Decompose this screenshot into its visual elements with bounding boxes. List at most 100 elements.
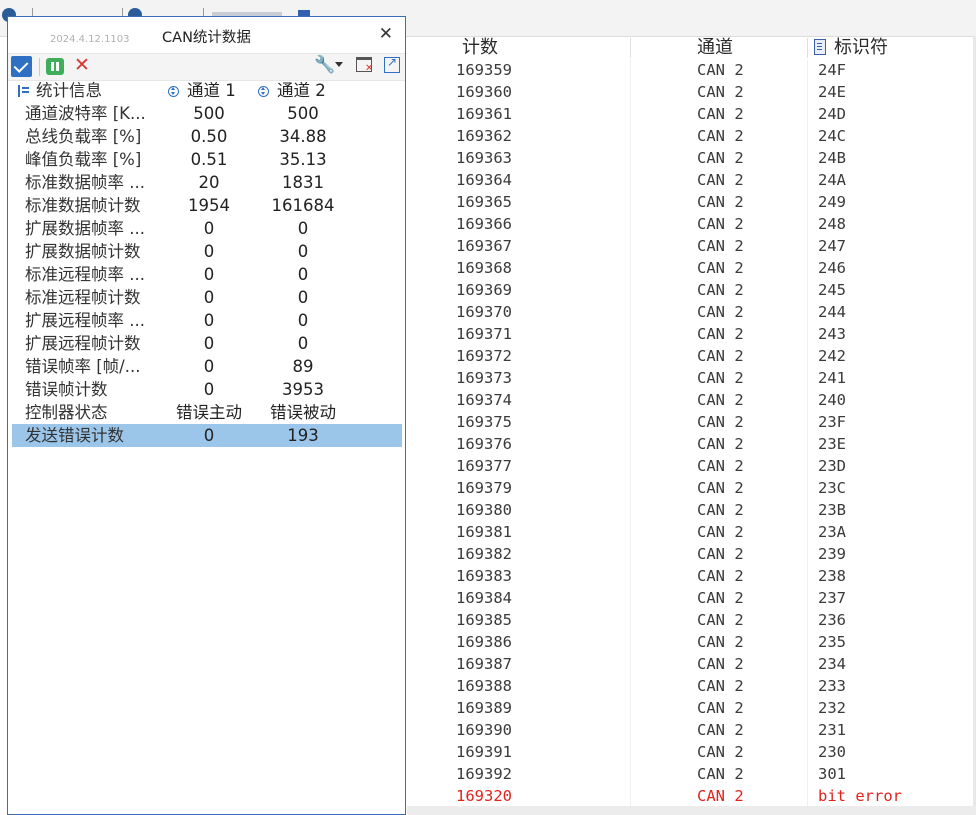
trace-row[interactable]: 169373 CAN 2 241 [407, 367, 976, 389]
trace-id-cell: 24C [818, 127, 846, 145]
trace-count-cell: 169361 [456, 105, 512, 123]
column-separator[interactable] [807, 38, 808, 58]
trace-row[interactable]: 169369 CAN 2 245 [407, 279, 976, 301]
trace-row[interactable]: 169374 CAN 2 240 [407, 389, 976, 411]
trace-id-cell: 24B [818, 149, 846, 167]
trace-row[interactable]: 169363 CAN 2 24B [407, 147, 976, 169]
trace-row[interactable]: 169366 CAN 2 248 [407, 213, 976, 235]
trace-id-cell: 23E [818, 435, 846, 453]
trace-row[interactable]: 169388 CAN 2 233 [407, 675, 976, 697]
channel-2-value: 0 [297, 219, 309, 238]
trace-row[interactable]: 169370 CAN 2 244 [407, 301, 976, 323]
trace-row[interactable]: 169379 CAN 2 23C [407, 477, 976, 499]
statistics-row[interactable]: 峰值负载率 [%] 0.51 35.13 [8, 148, 405, 171]
delete-icon[interactable]: ✕ [74, 54, 90, 76]
channel-2-value: 0 [297, 242, 309, 261]
trace-row[interactable]: 169389 CAN 2 232 [407, 697, 976, 719]
statistics-table: 统计信息 通道 1 通道 2 通道波特率 [K... 500 500 总线负载率 [%… [8, 79, 405, 447]
channel-1-value: 0 [203, 357, 215, 376]
statistics-row[interactable]: 总线负载率 [%] 0.50 34.88 [8, 125, 405, 148]
trace-row[interactable]: 169387 CAN 2 234 [407, 653, 976, 675]
statistics-row[interactable]: 扩展数据帧计数 0 0 [8, 240, 405, 263]
trace-row[interactable]: 169359 CAN 2 24F [407, 59, 976, 81]
close-icon[interactable]: ✕ [379, 25, 393, 43]
trace-row[interactable]: 169362 CAN 2 24C [407, 125, 976, 147]
trace-channel-cell: CAN 2 [697, 149, 744, 167]
trace-row[interactable]: 169380 CAN 2 23B [407, 499, 976, 521]
trace-row[interactable]: 169375 CAN 2 23F [407, 411, 976, 433]
trace-channel-cell: CAN 2 [697, 457, 744, 475]
statistics-row[interactable]: 错误帧计数 0 3953 [8, 378, 405, 401]
toolbar-divider [39, 58, 40, 76]
trace-count-cell: 169386 [456, 633, 512, 651]
channel-1-header[interactable]: 通道 1 [168, 79, 264, 102]
statistic-label: 标准数据帧计数 [25, 196, 141, 215]
channel-2-header-text: 通道 2 [277, 81, 326, 100]
column-header-channel[interactable]: 通道 [697, 36, 733, 60]
trace-row[interactable]: 169377 CAN 2 23D [407, 455, 976, 477]
id-column-icon [814, 39, 826, 55]
pause-icon[interactable] [46, 58, 64, 75]
trace-rows: 169359 CAN 2 24F 169360 CAN 2 24E 169361 CAN 2 2… [407, 59, 976, 807]
trace-id-cell: 23A [818, 523, 846, 541]
statistics-row[interactable]: 错误帧率 [帧/... 0 89 [8, 355, 405, 378]
trace-id-cell: 231 [818, 721, 846, 739]
trace-row[interactable]: 169365 CAN 2 249 [407, 191, 976, 213]
trace-count-cell: 169390 [456, 721, 512, 739]
trace-row[interactable]: 169384 CAN 2 237 [407, 587, 976, 609]
trace-row[interactable]: 169392 CAN 2 301 [407, 763, 976, 785]
trace-row[interactable]: 169386 CAN 2 235 [407, 631, 976, 653]
statistics-row[interactable]: 标准远程帧率 ... 0 0 [8, 263, 405, 286]
statistics-row[interactable]: 扩展远程帧计数 0 0 [8, 332, 405, 355]
window-titlebar[interactable]: 2024.4.12.1103 CAN统计数据 ✕ [8, 17, 405, 53]
sort-icon [168, 86, 179, 97]
trace-row[interactable]: 169382 CAN 2 239 [407, 543, 976, 565]
channel-2-header[interactable]: 通道 2 [258, 79, 350, 102]
trace-row[interactable]: 169372 CAN 2 242 [407, 345, 976, 367]
statistics-row[interactable]: 扩展数据帧率 ... 0 0 [8, 217, 405, 240]
statistics-row[interactable]: 标准数据帧率 ... 20 1831 [8, 171, 405, 194]
column-header-count[interactable]: 计数 [462, 36, 498, 60]
trace-row[interactable]: 169360 CAN 2 24E [407, 81, 976, 103]
trace-channel-cell: CAN 2 [697, 281, 744, 299]
statistics-row[interactable]: 控制器状态 错误主动 错误被动 [8, 401, 405, 424]
trace-count-cell: 169365 [456, 193, 512, 211]
channel-1-value: 0.50 [190, 127, 228, 146]
column-separator[interactable] [630, 38, 631, 58]
column-header-id[interactable]: 标识符 [814, 36, 888, 60]
channel-2-value: 500 [287, 104, 319, 123]
trace-row[interactable]: 169368 CAN 2 246 [407, 257, 976, 279]
trace-row[interactable]: 169364 CAN 2 24A [407, 169, 976, 191]
trace-row-error[interactable]: 169320 CAN 2 bit error [407, 785, 976, 807]
horizontal-scrollbar-track[interactable] [407, 806, 976, 815]
enable-checkbox-icon[interactable] [11, 56, 32, 77]
chevron-down-icon[interactable] [335, 62, 343, 67]
statistics-header-label[interactable]: 统计信息 [18, 79, 168, 102]
statistics-row[interactable]: 扩展远程帧率 ... 0 0 [8, 309, 405, 332]
trace-count-cell: 169379 [456, 479, 512, 497]
trace-row[interactable]: 169385 CAN 2 236 [407, 609, 976, 631]
trace-count-cell: 169366 [456, 215, 512, 233]
statistics-row[interactable]: 标准远程帧计数 0 0 [8, 286, 405, 309]
channel-2-value: 0 [297, 311, 309, 330]
trace-row[interactable]: 169371 CAN 2 243 [407, 323, 976, 345]
export-window-icon[interactable] [384, 55, 400, 73]
statistic-label: 控制器状态 [25, 403, 108, 422]
trace-row[interactable]: 169391 CAN 2 230 [407, 741, 976, 763]
trace-row[interactable]: 169390 CAN 2 231 [407, 719, 976, 741]
statistics-row[interactable]: 通道波特率 [K... 500 500 [8, 102, 405, 125]
trace-row[interactable]: 169367 CAN 2 247 [407, 235, 976, 257]
trace-row[interactable]: 169381 CAN 2 23A [407, 521, 976, 543]
trace-channel-cell: CAN 2 [697, 259, 744, 277]
trace-row[interactable]: 169383 CAN 2 238 [407, 565, 976, 587]
statistic-label: 标准数据帧率 ... [25, 173, 145, 192]
statistics-row[interactable]: 发送错误计数 0 193 [12, 424, 402, 447]
wrench-settings-icon[interactable]: 🔧 [314, 55, 335, 75]
trace-row[interactable]: 169376 CAN 2 23E [407, 433, 976, 455]
statistic-label: 通道波特率 [K... [25, 104, 146, 123]
channel-2-value: 0 [297, 334, 309, 353]
clear-window-icon[interactable] [356, 57, 373, 74]
trace-channel-cell: CAN 2 [697, 743, 744, 761]
statistics-row[interactable]: 标准数据帧计数 1954 161684 [8, 194, 405, 217]
trace-row[interactable]: 169361 CAN 2 24D [407, 103, 976, 125]
